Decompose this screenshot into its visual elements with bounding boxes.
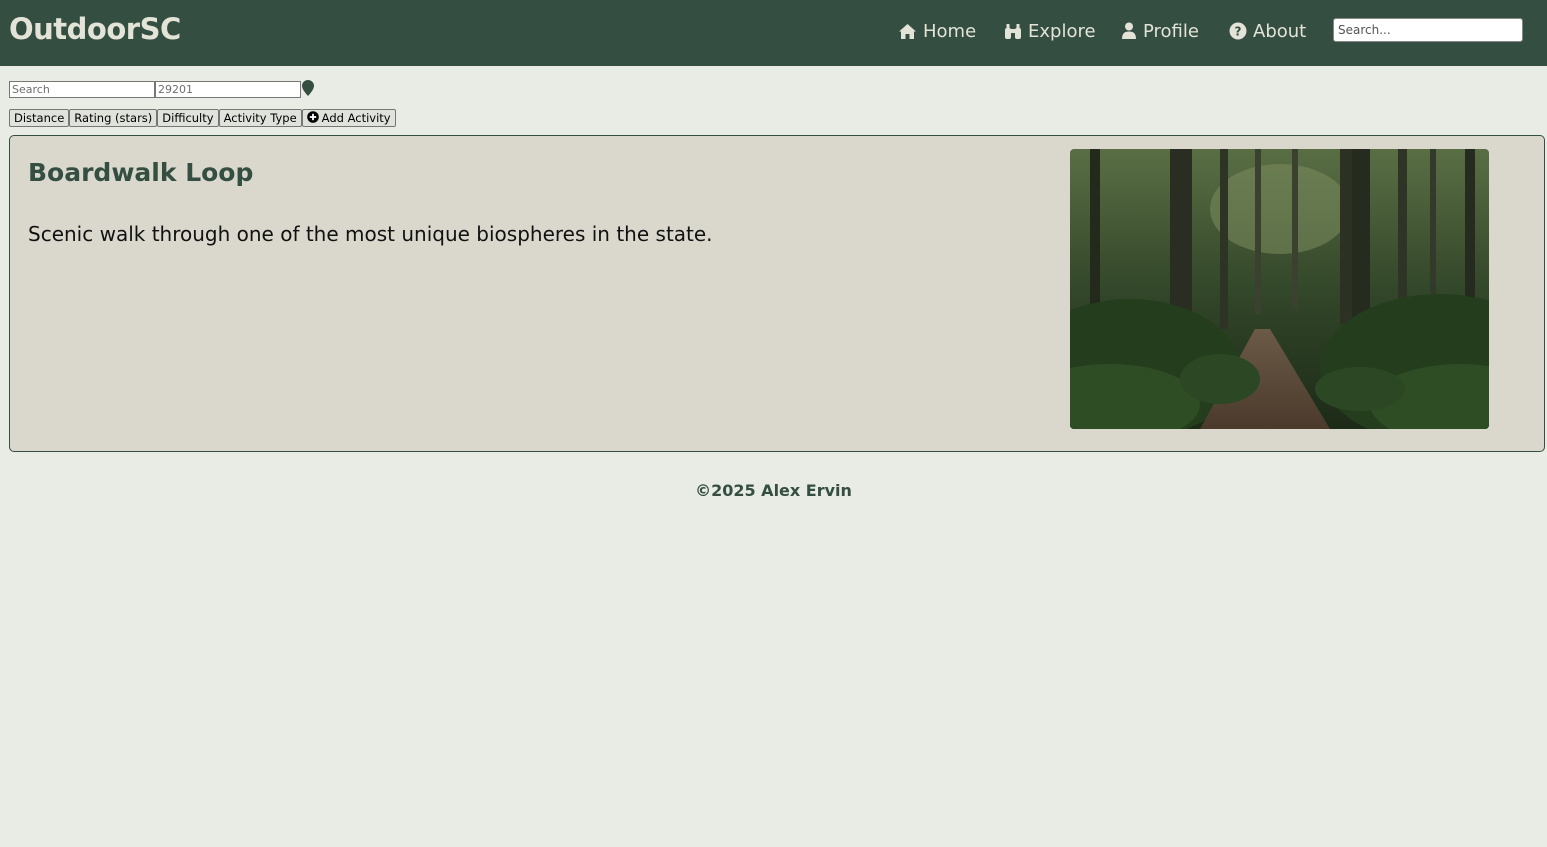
- nav-profile-label: Profile: [1143, 20, 1199, 42]
- activity-description: Scenic walk through one of the most uniq…: [28, 222, 713, 246]
- filter-activity-type-button[interactable]: Activity Type: [218, 109, 302, 127]
- filter-difficulty-button[interactable]: Difficulty: [157, 109, 219, 127]
- nav-explore-label: Explore: [1028, 20, 1096, 42]
- add-activity-label: Add Activity: [321, 111, 391, 125]
- filter-rating-button[interactable]: Rating (stars): [69, 109, 158, 127]
- page-footer: ©2025 Alex Ervin: [695, 481, 852, 500]
- activity-card[interactable]: Boardwalk Loop Scenic walk through one o…: [9, 135, 1545, 452]
- top-navbar: OutdoorSC Home Explore Profile ? About: [0, 0, 1547, 66]
- nav-home-label: Home: [923, 20, 977, 42]
- question-circle-icon: ?: [1229, 22, 1247, 40]
- home-icon: [898, 23, 917, 40]
- map-pin-icon[interactable]: [302, 80, 314, 100]
- nav-explore[interactable]: Explore: [1004, 17, 1096, 45]
- activity-title[interactable]: Boardwalk Loop: [28, 158, 253, 187]
- add-activity-button[interactable]: Add Activity: [301, 109, 396, 127]
- activity-search-input[interactable]: [9, 81, 155, 98]
- filter-toolbar: Distance Rating (stars) Difficulty Activ…: [9, 109, 396, 127]
- nav-about[interactable]: ? About: [1229, 17, 1306, 45]
- svg-text:?: ?: [1235, 25, 1242, 39]
- header-search-input[interactable]: [1333, 18, 1523, 42]
- nav-about-label: About: [1253, 20, 1307, 42]
- binoculars-icon: [1004, 23, 1022, 40]
- nav-profile[interactable]: Profile: [1121, 17, 1199, 45]
- activity-photo[interactable]: [1070, 149, 1489, 429]
- user-icon: [1121, 22, 1137, 40]
- plus-circle-icon: [306, 110, 319, 126]
- zip-code-input[interactable]: [155, 81, 301, 98]
- nav-home[interactable]: Home: [898, 17, 976, 45]
- filter-distance-button[interactable]: Distance: [9, 109, 70, 127]
- brand-logo[interactable]: OutdoorSC: [9, 12, 181, 46]
